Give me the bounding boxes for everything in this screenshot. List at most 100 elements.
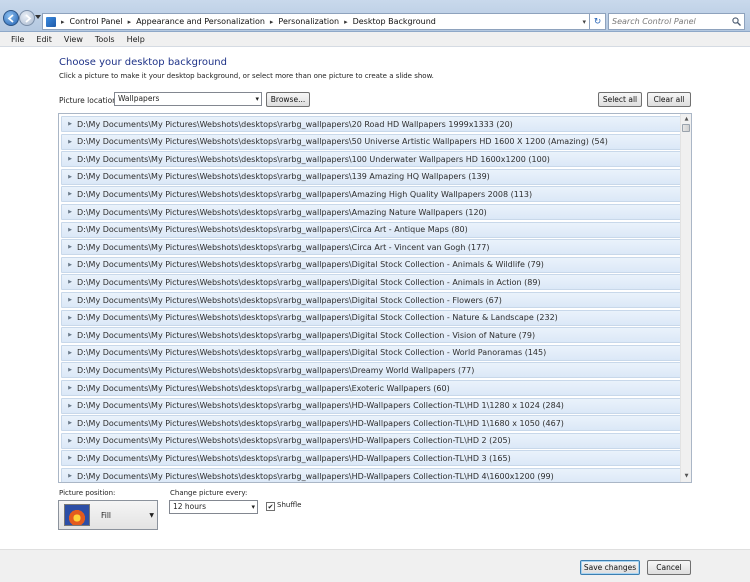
scroll-down-arrow-icon[interactable]: ▼ bbox=[682, 472, 691, 481]
folder-row[interactable]: ▶ D:\My Documents\My Pictures\Webshots\de… bbox=[61, 116, 681, 132]
expand-arrow-icon[interactable]: ▶ bbox=[65, 350, 75, 356]
expand-arrow-icon[interactable]: ▶ bbox=[65, 209, 75, 215]
expand-arrow-icon[interactable]: ▶ bbox=[65, 403, 75, 409]
folder-row[interactable]: ▶ D:\My Documents\My Pictures\Webshots\de… bbox=[61, 344, 681, 361]
folder-row[interactable]: ▶ D:\My Documents\My Pictures\Webshots\de… bbox=[61, 309, 681, 326]
chevron-down-icon: ▼ bbox=[149, 512, 154, 519]
picture-location-value: Wallpapers bbox=[118, 94, 160, 103]
folder-row[interactable]: ▶ D:\My Documents\My Pictures\Webshots\de… bbox=[61, 239, 681, 256]
back-button[interactable] bbox=[3, 10, 19, 26]
search-box[interactable] bbox=[608, 13, 745, 30]
folder-row[interactable]: ▶ D:\My Documents\My Pictures\Webshots\de… bbox=[61, 204, 681, 220]
expand-arrow-icon[interactable]: ▶ bbox=[65, 156, 75, 162]
breadcrumb-desktop-background[interactable]: Desktop Background bbox=[353, 17, 436, 26]
cancel-button[interactable]: Cancel bbox=[647, 560, 691, 575]
shuffle-label[interactable]: Shuffle bbox=[277, 501, 301, 509]
forward-button[interactable] bbox=[19, 10, 35, 26]
folder-row[interactable]: ▶ D:\My Documents\My Pictures\Webshots\de… bbox=[61, 151, 681, 168]
folder-row[interactable]: ▶ D:\My Documents\My Pictures\Webshots\de… bbox=[61, 380, 681, 396]
back-arrow-icon bbox=[7, 14, 14, 23]
breadcrumb-separator[interactable]: ▸ bbox=[128, 18, 132, 26]
refresh-button[interactable]: ↻ bbox=[590, 13, 606, 30]
folder-path: D:\My Documents\My Pictures\Webshots\des… bbox=[77, 313, 558, 323]
recent-pages-dropdown-icon[interactable] bbox=[35, 15, 41, 20]
scrollbar-thumb[interactable] bbox=[682, 124, 690, 132]
page-description: Click a picture to make it your desktop … bbox=[59, 72, 434, 80]
select-all-button[interactable]: Select all bbox=[598, 92, 642, 107]
breadcrumb[interactable]: ▸ Control Panel ▸ Appearance and Persona… bbox=[42, 13, 590, 30]
search-input[interactable] bbox=[609, 14, 729, 29]
menu-view[interactable]: View bbox=[58, 35, 89, 44]
breadcrumb-personalization[interactable]: Personalization bbox=[278, 17, 339, 26]
expand-arrow-icon[interactable]: ▶ bbox=[65, 438, 75, 444]
scroll-up-arrow-icon[interactable]: ▲ bbox=[682, 115, 691, 124]
folder-path: D:\My Documents\My Pictures\Webshots\des… bbox=[77, 365, 475, 375]
expand-arrow-icon[interactable]: ▶ bbox=[65, 367, 75, 373]
expand-arrow-icon[interactable]: ▶ bbox=[65, 139, 75, 145]
folder-path: D:\My Documents\My Pictures\Webshots\des… bbox=[77, 207, 487, 217]
menu-file[interactable]: File bbox=[0, 35, 30, 44]
folder-row[interactable]: ▶ D:\My Documents\My Pictures\Webshots\de… bbox=[61, 327, 681, 344]
folder-path: D:\My Documents\My Pictures\Webshots\des… bbox=[77, 172, 490, 182]
folder-row[interactable]: ▶ D:\My Documents\My Pictures\Webshots\de… bbox=[61, 397, 681, 414]
page-title: Choose your desktop background bbox=[59, 57, 227, 68]
folder-row[interactable]: ▶ D:\My Documents\My Pictures\Webshots\de… bbox=[61, 168, 681, 185]
folder-row[interactable]: ▶ D:\My Documents\My Pictures\Webshots\de… bbox=[61, 221, 681, 238]
expand-arrow-icon[interactable]: ▶ bbox=[65, 385, 75, 391]
folder-row[interactable]: ▶ D:\My Documents\My Pictures\Webshots\de… bbox=[61, 450, 681, 467]
expand-arrow-icon[interactable]: ▶ bbox=[65, 191, 75, 197]
clear-all-button[interactable]: Clear all bbox=[647, 92, 691, 107]
picture-position-select[interactable]: Fill ▼ bbox=[58, 500, 158, 530]
address-bar: ▸ Control Panel ▸ Appearance and Persona… bbox=[0, 0, 750, 32]
breadcrumb-appearance[interactable]: Appearance and Personalization bbox=[136, 17, 265, 26]
folder-path: D:\My Documents\My Pictures\Webshots\des… bbox=[77, 348, 547, 358]
expand-arrow-icon[interactable]: ▶ bbox=[65, 455, 75, 461]
expand-arrow-icon[interactable]: ▶ bbox=[65, 297, 75, 303]
menu-help[interactable]: Help bbox=[121, 35, 151, 44]
folder-path: D:\My Documents\My Pictures\Webshots\des… bbox=[77, 242, 490, 252]
folder-path: D:\My Documents\My Pictures\Webshots\des… bbox=[77, 137, 608, 147]
chevron-down-icon: ▾ bbox=[255, 95, 259, 103]
vertical-scrollbar[interactable]: ▲ ▼ bbox=[680, 114, 691, 482]
expand-arrow-icon[interactable]: ▶ bbox=[65, 227, 75, 233]
folder-row[interactable]: ▶ D:\My Documents\My Pictures\Webshots\de… bbox=[61, 432, 681, 449]
address-dropdown-icon[interactable]: ▾ bbox=[582, 18, 586, 26]
breadcrumb-separator[interactable]: ▸ bbox=[61, 18, 65, 26]
folder-path: D:\My Documents\My Pictures\Webshots\des… bbox=[77, 225, 468, 235]
folder-path: D:\My Documents\My Pictures\Webshots\des… bbox=[77, 154, 550, 164]
breadcrumb-separator[interactable]: ▸ bbox=[344, 18, 348, 26]
folder-row[interactable]: ▶ D:\My Documents\My Pictures\Webshots\de… bbox=[61, 274, 681, 291]
folder-row[interactable]: ▶ D:\My Documents\My Pictures\Webshots\de… bbox=[61, 186, 681, 203]
folder-row[interactable]: ▶ D:\My Documents\My Pictures\Webshots\de… bbox=[61, 292, 681, 308]
folder-path: D:\My Documents\My Pictures\Webshots\des… bbox=[77, 418, 564, 428]
folder-row[interactable]: ▶ D:\My Documents\My Pictures\Webshots\de… bbox=[61, 362, 681, 379]
expand-arrow-icon[interactable]: ▶ bbox=[65, 174, 75, 180]
expand-arrow-icon[interactable]: ▶ bbox=[65, 121, 75, 127]
expand-arrow-icon[interactable]: ▶ bbox=[65, 473, 75, 479]
browse-button[interactable]: Browse... bbox=[266, 92, 310, 107]
save-changes-button[interactable]: Save changes bbox=[580, 560, 640, 575]
shuffle-checkbox[interactable]: ✔ bbox=[266, 502, 275, 511]
folder-row[interactable]: ▶ D:\My Documents\My Pictures\Webshots\de… bbox=[61, 133, 681, 150]
folder-row[interactable]: ▶ D:\My Documents\My Pictures\Webshots\de… bbox=[61, 415, 681, 432]
folder-row[interactable]: ▶ D:\My Documents\My Pictures\Webshots\de… bbox=[61, 256, 681, 273]
picture-folder-list[interactable]: ▶ D:\My Documents\My Pictures\Webshots\de… bbox=[58, 113, 692, 483]
position-preview-thumbnail bbox=[64, 504, 90, 526]
breadcrumb-separator[interactable]: ▸ bbox=[270, 18, 274, 26]
folder-row[interactable]: ▶ D:\My Documents\My Pictures\Webshots\de… bbox=[61, 468, 681, 482]
breadcrumb-control-panel[interactable]: Control Panel bbox=[70, 17, 123, 26]
expand-arrow-icon[interactable]: ▶ bbox=[65, 332, 75, 338]
folder-path: D:\My Documents\My Pictures\Webshots\des… bbox=[77, 330, 536, 340]
expand-arrow-icon[interactable]: ▶ bbox=[65, 262, 75, 268]
menu-edit[interactable]: Edit bbox=[30, 35, 58, 44]
menu-tools[interactable]: Tools bbox=[89, 35, 121, 44]
picture-position-value: Fill bbox=[101, 511, 112, 520]
expand-arrow-icon[interactable]: ▶ bbox=[65, 420, 75, 426]
picture-location-select[interactable]: Wallpapers ▾ bbox=[114, 92, 262, 106]
expand-arrow-icon[interactable]: ▶ bbox=[65, 244, 75, 250]
checkmark-icon: ✔ bbox=[267, 503, 274, 511]
change-picture-interval-select[interactable]: 12 hours ▾ bbox=[169, 500, 258, 514]
expand-arrow-icon[interactable]: ▶ bbox=[65, 315, 75, 321]
search-icon[interactable] bbox=[732, 17, 741, 26]
expand-arrow-icon[interactable]: ▶ bbox=[65, 279, 75, 285]
